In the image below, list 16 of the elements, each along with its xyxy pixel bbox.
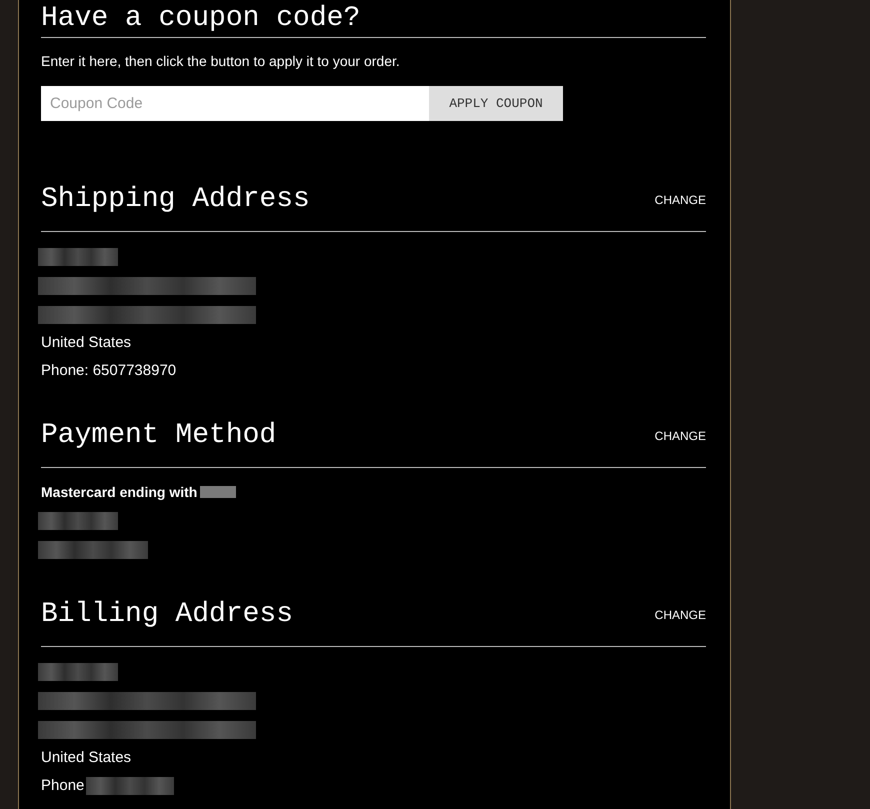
redacted-text [200, 486, 236, 498]
section-heading: Shipping Address [41, 186, 310, 214]
coupon-instructions: Enter it here, then click the button to apply it to your order. [41, 52, 401, 71]
section-heading: Payment Method [41, 422, 276, 450]
address-text: Phone: 6507738970 [41, 360, 176, 381]
card-text: Mastercard ending with [41, 482, 198, 502]
address-text: United States [41, 748, 132, 768]
section-heading: Billing Address [41, 600, 294, 628]
change-link[interactable]: CHANGE [654, 606, 706, 624]
phone-label: Phone [41, 776, 84, 796]
coupon-input[interactable]: Coupon Code [41, 86, 429, 121]
coupon-heading: Have a coupon code? [41, 5, 360, 33]
apply-coupon-button[interactable]: APPLY COUPON [429, 86, 563, 121]
change-link[interactable]: CHANGE [654, 190, 706, 208]
address-text: United States [41, 332, 132, 353]
change-link[interactable]: CHANGE [654, 426, 706, 444]
